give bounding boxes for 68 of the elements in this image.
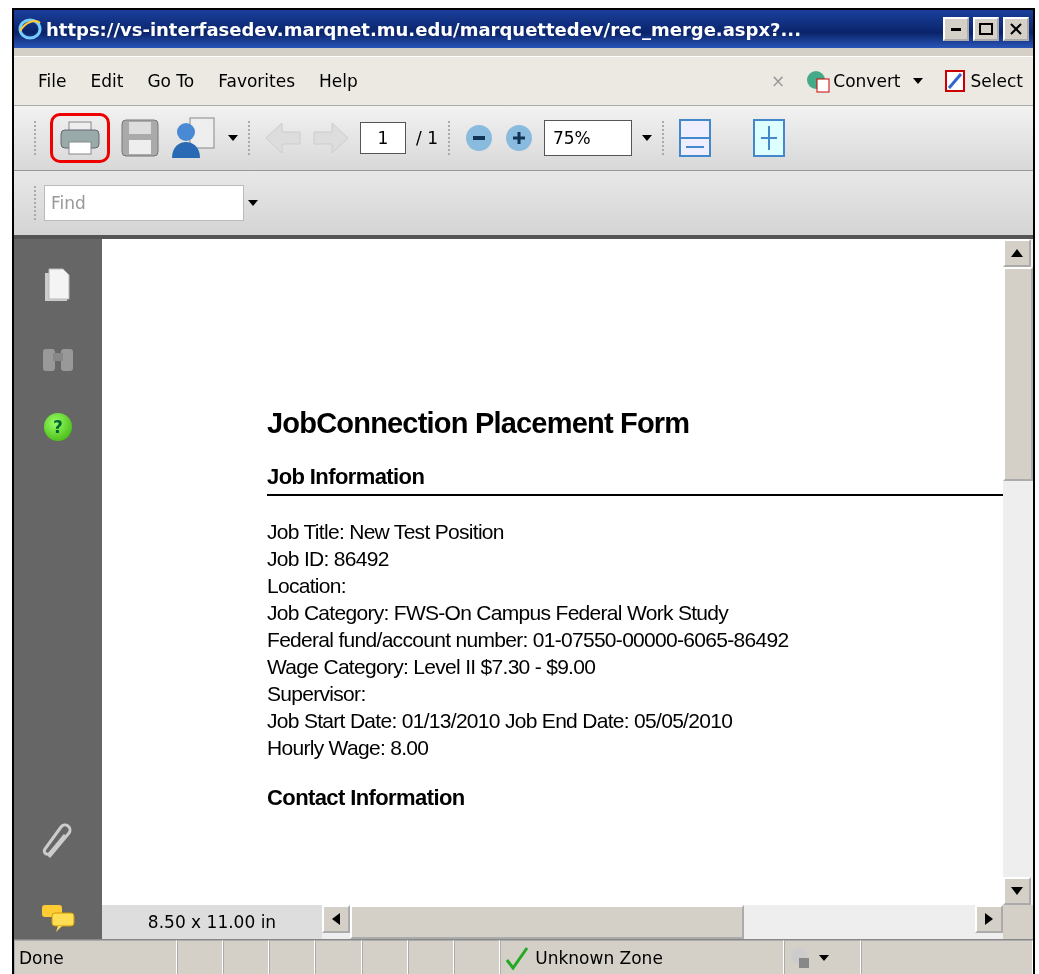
form-line: Job Title: New Test Position — [267, 519, 505, 545]
maximize-button[interactable] — [973, 17, 999, 41]
right-arrow-icon — [985, 913, 993, 925]
page-total: / 1 — [416, 128, 438, 148]
form-line: Job ID: 86492 — [267, 546, 390, 572]
scroll-right-button[interactable] — [975, 905, 1003, 933]
minimize-icon — [951, 27, 961, 31]
menu-item[interactable]: Edit — [78, 71, 136, 91]
close-button[interactable] — [1003, 17, 1029, 41]
scroll-left-button[interactable] — [322, 905, 350, 933]
maximize-icon — [979, 23, 993, 35]
left-arrow-icon — [332, 913, 340, 925]
status-panel — [315, 940, 362, 974]
status-panel — [269, 940, 316, 974]
status-panel — [407, 940, 455, 974]
caret-icon[interactable] — [818, 955, 829, 961]
caret-icon — [912, 78, 923, 84]
convert-button[interactable]: Convert — [795, 69, 933, 93]
save-icon[interactable] — [120, 118, 160, 158]
browser-logo-icon — [18, 17, 42, 41]
comments-icon[interactable] — [40, 903, 76, 933]
up-arrow-icon — [1011, 249, 1023, 257]
status-text: Done — [14, 940, 177, 974]
form-line: Wage Category: Level II $7.30 - $9.00 — [267, 654, 597, 680]
fit-width-icon[interactable] — [677, 118, 712, 158]
status-panel — [176, 940, 224, 974]
menu-item[interactable]: Favorites — [206, 71, 308, 91]
checkmark-icon — [505, 946, 530, 970]
zoom-in-icon[interactable] — [503, 123, 534, 153]
minimize-button[interactable] — [943, 17, 969, 41]
section-heading: Job Information — [267, 464, 1003, 496]
print-button[interactable] — [50, 113, 110, 163]
page-number-field[interactable]: 1 — [360, 122, 406, 154]
security-zone: Unknown Zone — [500, 940, 784, 974]
scrollbar-thumb[interactable] — [1003, 267, 1033, 481]
help-icon[interactable]: ? — [44, 413, 72, 441]
close-icon — [1010, 23, 1022, 35]
person-icon[interactable] — [170, 116, 218, 160]
globe-document-icon — [805, 69, 832, 93]
status-panel — [361, 940, 408, 974]
status-panel — [223, 940, 270, 974]
window-title: https://vs-interfasedev.marqnet.mu.edu/marquettedev/rec_merge.aspx?... — [46, 18, 802, 40]
form-line: Job Category: FWS-On Campus Federal Work Study — [267, 600, 730, 626]
form-line: Supervisor: — [267, 681, 367, 707]
form-line: Hourly Wage: 8.00 — [267, 735, 430, 761]
menu-item[interactable]: Help — [307, 71, 370, 91]
form-line: Job Start Date: 01/13/2010 Job End Date: 05/05/2010 — [267, 708, 734, 734]
pages-icon[interactable] — [43, 267, 73, 303]
section-heading: Contact Information — [267, 785, 466, 812]
scrollbar-thumb[interactable] — [350, 905, 744, 939]
form-line: Federal fund/account number: 01-07550-00000-6065-86492 — [267, 627, 790, 653]
scroll-down-button[interactable] — [1003, 877, 1031, 905]
fit-page-icon[interactable] — [751, 118, 786, 158]
select-button[interactable]: Select — [932, 68, 1033, 94]
down-arrow-icon — [1011, 887, 1023, 895]
menu-item[interactable]: Go To — [135, 71, 207, 91]
document-title: JobConnection Placement Form — [267, 407, 691, 440]
zoom-out-icon[interactable] — [463, 123, 494, 153]
find-field[interactable]: Find — [44, 185, 244, 221]
page-size-label: 8.50 x 11.00 in — [102, 905, 322, 939]
zoom-field[interactable]: 75% — [543, 120, 632, 156]
dropdown-icon[interactable] — [641, 135, 652, 141]
form-line: Location: — [267, 573, 347, 599]
dropdown-icon[interactable] — [248, 200, 258, 206]
caret-icon[interactable] — [228, 135, 238, 141]
menu-item[interactable]: File — [26, 71, 79, 91]
status-panel — [454, 940, 501, 974]
scroll-up-button[interactable] — [1003, 239, 1031, 267]
